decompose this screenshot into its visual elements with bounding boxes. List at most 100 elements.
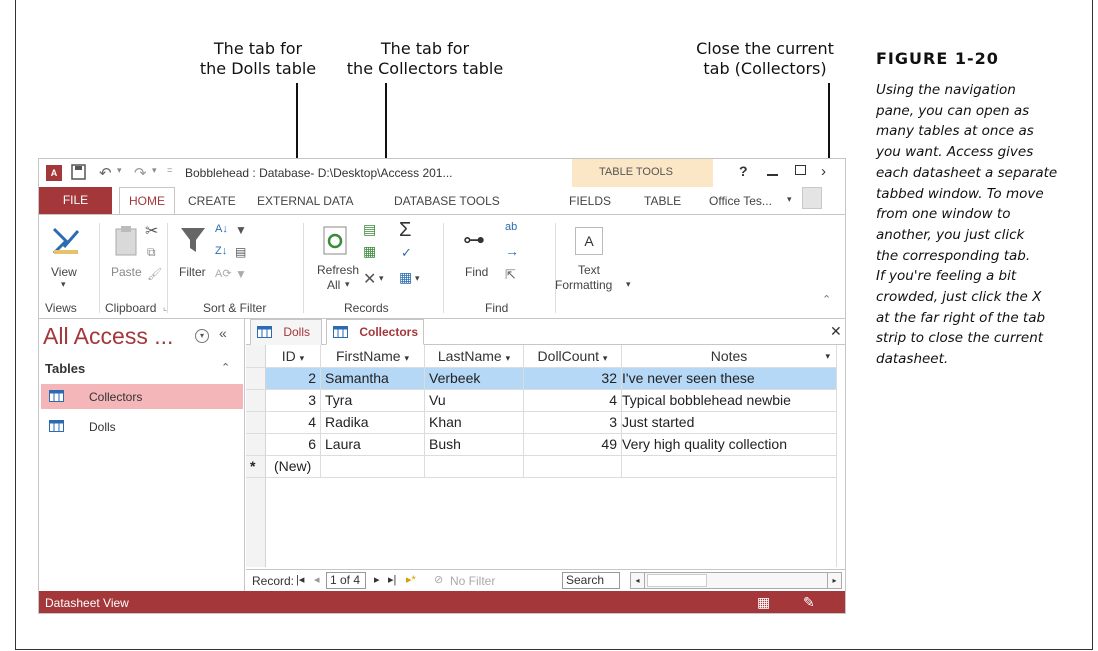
user-dropdown-icon[interactable]: ▾ — [787, 194, 792, 205]
totals-icon[interactable]: Σ — [399, 219, 411, 242]
minimize-icon[interactable] — [767, 174, 778, 176]
sort-descending-icon[interactable]: Z↓ — [215, 245, 227, 257]
tab-external-data[interactable]: EXTERNAL DATA — [257, 194, 353, 208]
shutter-bar-icon[interactable]: « — [219, 325, 227, 341]
cell-dollcount[interactable]: 49 — [524, 433, 617, 455]
format-painter-icon[interactable]: 🖌 — [147, 267, 162, 281]
undo-dropdown-icon[interactable]: ▾ — [117, 165, 122, 176]
horizontal-scrollbar[interactable]: ◂ ▸ — [630, 572, 842, 589]
cell-notes[interactable]: Just started — [622, 411, 694, 433]
cell-firstname[interactable]: Radika — [325, 411, 369, 433]
table-row[interactable]: 3 Tyra Vu 4 Typical bobblehead newbie — [246, 389, 836, 411]
avatar[interactable] — [802, 187, 822, 209]
binoculars-icon[interactable]: ⊶ — [463, 227, 485, 253]
go-to-icon[interactable]: → — [505, 243, 519, 259]
column-dropdown-icon[interactable]: ▾ — [300, 353, 305, 363]
replace-icon[interactable]: ab — [505, 221, 517, 233]
column-header-lastname[interactable]: LastName ▾ — [425, 345, 523, 367]
undo-icon[interactable]: ↶ — [99, 164, 112, 182]
column-header-dollcount[interactable]: DollCount ▾ — [524, 345, 621, 367]
close-window-icon[interactable]: › — [821, 163, 826, 180]
refresh-button-line[interactable]: All — [327, 278, 340, 292]
toggle-filter-icon[interactable]: ▼ — [235, 267, 247, 281]
new-record-icon[interactable]: ▤ — [363, 221, 376, 238]
nav-pane-menu-icon[interactable]: ▾ — [195, 329, 209, 343]
current-record-input[interactable]: 1 of 4 — [326, 572, 366, 589]
cell-lastname[interactable]: Bush — [429, 433, 461, 455]
more-icon[interactable]: ▦ — [399, 269, 412, 286]
filter-button[interactable]: Filter — [179, 265, 206, 279]
tab-fields[interactable]: FIELDS — [569, 194, 611, 208]
collapse-section-icon[interactable]: ⌃ — [221, 361, 230, 374]
spelling-icon[interactable]: ✓ — [401, 245, 412, 261]
cell-notes[interactable]: Typical bobblehead newbie — [622, 389, 791, 411]
column-header-id[interactable]: ID ▾ — [266, 345, 320, 367]
cell-lastname[interactable]: Vu — [429, 389, 446, 411]
cell-lastname[interactable]: Khan — [429, 411, 462, 433]
cell-id[interactable]: 6 — [266, 433, 316, 455]
cell-notes[interactable]: I've never seen these — [622, 367, 755, 389]
cell-lastname[interactable]: Verbeek — [429, 367, 480, 389]
column-header-firstname[interactable]: FirstName ▾ — [321, 345, 424, 367]
cell-firstname[interactable]: Laura — [325, 433, 361, 455]
column-header-notes[interactable]: Notes ▾ — [622, 345, 836, 367]
delete-record-icon[interactable]: ✕ — [363, 269, 376, 289]
help-button[interactable]: ? — [739, 163, 748, 179]
cell-firstname[interactable]: Tyra — [325, 389, 352, 411]
filter-icon[interactable] — [179, 225, 207, 255]
cell-notes[interactable]: Very high quality collection — [622, 433, 787, 455]
sort-ascending-icon[interactable]: A↓ — [215, 223, 228, 235]
selection-filter-icon[interactable]: ▼ — [235, 223, 247, 237]
cell-firstname[interactable]: Samantha — [325, 367, 389, 389]
last-record-icon[interactable]: ▸| — [388, 573, 396, 586]
cell-dollcount[interactable]: 4 — [524, 389, 617, 411]
save-icon[interactable] — [71, 164, 86, 180]
tab-file[interactable]: FILE — [39, 187, 112, 214]
scroll-right-icon[interactable]: ▸ — [827, 573, 841, 588]
previous-record-icon[interactable]: ◂ — [314, 573, 320, 586]
next-record-icon[interactable]: ▸ — [374, 573, 380, 586]
refresh-icon[interactable] — [321, 225, 349, 257]
column-dropdown-icon[interactable]: ▾ — [404, 353, 409, 363]
cut-icon[interactable]: ✂ — [145, 221, 158, 241]
cell-id[interactable]: 3 — [266, 389, 316, 411]
scroll-thumb[interactable] — [647, 574, 707, 587]
cell-id[interactable]: 2 — [266, 367, 316, 389]
tab-create[interactable]: CREATE — [188, 194, 236, 208]
nav-section-tables[interactable]: Tables — [45, 361, 85, 376]
paste-button[interactable]: Paste — [111, 265, 142, 279]
collapse-ribbon-icon[interactable]: ⌃ — [822, 293, 831, 306]
datasheet-view-icon[interactable]: ▦ — [757, 594, 770, 611]
find-button[interactable]: Find — [465, 265, 488, 279]
view-icon[interactable] — [51, 225, 81, 255]
scroll-left-icon[interactable]: ◂ — [631, 573, 645, 588]
nav-item-dolls[interactable]: Dolls — [89, 420, 116, 434]
new-blank-record-icon[interactable]: ▸* — [406, 573, 416, 586]
first-record-icon[interactable]: |◂ — [296, 573, 304, 586]
nav-item-collectors[interactable]: Collectors — [89, 390, 142, 404]
tab-home[interactable]: HOME — [119, 187, 175, 215]
paste-icon[interactable] — [113, 225, 141, 257]
cell-dollcount[interactable]: 3 — [524, 411, 617, 433]
select-icon[interactable]: ⇱ — [505, 267, 516, 283]
design-view-icon[interactable]: ✎ — [803, 594, 815, 611]
delete-dropdown-icon[interactable]: ▾ — [379, 273, 384, 284]
text-formatting-dropdown-icon[interactable]: ▾ — [626, 279, 631, 290]
tab-collectors[interactable]: Collectors — [326, 319, 424, 345]
table-row[interactable]: 2 Samantha Verbeek 32 I've never seen th… — [246, 367, 836, 389]
cell-id-new[interactable]: (New) — [274, 455, 311, 477]
customize-toolbar-icon[interactable]: = — [167, 165, 172, 175]
user-account[interactable]: Office Tes... — [709, 194, 772, 208]
tab-table[interactable]: TABLE — [644, 194, 681, 208]
text-formatting-icon[interactable]: A — [575, 227, 603, 255]
view-dropdown-icon[interactable]: ▾ — [61, 279, 66, 290]
save-record-icon[interactable]: ▦ — [363, 243, 376, 260]
new-record-row[interactable]: * (New) — [246, 455, 836, 477]
close-tab-icon[interactable]: ✕ — [830, 323, 842, 340]
table-row[interactable]: 4 Radika Khan 3 Just started — [246, 411, 836, 433]
tab-database-tools[interactable]: DATABASE TOOLS — [394, 194, 500, 208]
search-input[interactable]: Search — [562, 572, 620, 589]
view-button[interactable]: View — [51, 265, 77, 279]
cell-dollcount[interactable]: 32 — [524, 367, 617, 389]
text-formatting-line[interactable]: Formatting — [555, 278, 612, 292]
